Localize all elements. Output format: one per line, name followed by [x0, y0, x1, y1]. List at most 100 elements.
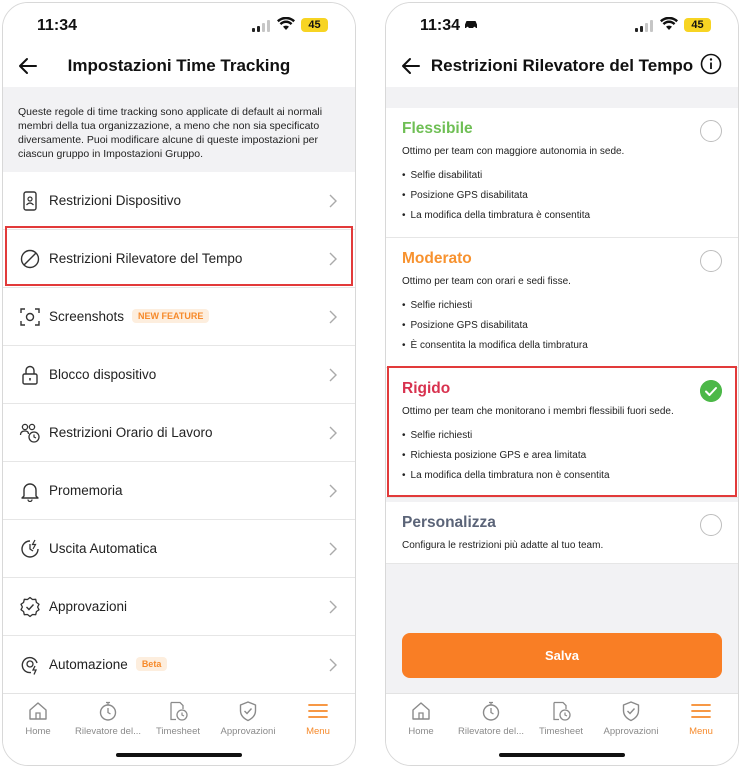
settings-item-approvals[interactable]: Approvazioni [3, 578, 355, 636]
option-bullet: La modifica della timbratura è consentit… [402, 210, 591, 221]
nav-header: Impostazioni Time Tracking [3, 47, 355, 87]
settings-item-label: Uscita Automatica [49, 541, 158, 556]
settings-item-time-tracker-restrictions[interactable]: Restrizioni Rilevatore del Tempo [3, 230, 355, 288]
home-icon [29, 702, 47, 720]
radio-button[interactable] [700, 120, 722, 142]
stopwatch-icon [99, 701, 117, 721]
settings-item-label: Restrizioni Orario di Lavoro [49, 425, 213, 440]
info-icon[interactable] [700, 53, 722, 75]
option-bullet: Posizione GPS disabilitata [402, 320, 528, 331]
tab-label: Home [25, 726, 51, 737]
tab-time-tracker[interactable]: Rilevatore del... [456, 700, 526, 737]
option-card-moderato[interactable]: Moderato Ottimo per team con orari e sed… [386, 238, 738, 368]
cellular-signal-icon [252, 20, 270, 32]
option-bullet: Selfie richiesti [402, 430, 473, 441]
tab-time-tracker[interactable]: Rilevatore del... [73, 700, 143, 737]
settings-item-work-hours-restrictions[interactable]: Restrizioni Orario di Lavoro [3, 404, 355, 462]
battery-icon: 45 [301, 18, 328, 32]
tab-label: Rilevatore del... [74, 726, 141, 737]
home-indicator [499, 753, 625, 757]
tab-timesheet[interactable]: Timesheet [526, 700, 596, 737]
settings-item-text: Automazione [49, 657, 128, 672]
tab-label: Home [408, 726, 434, 737]
tab-bar: Home Rilevatore del... Timesheet Approva… [3, 693, 355, 765]
tab-label: Timesheet [539, 726, 583, 737]
option-description: Ottimo per team con maggiore autonomia i… [402, 146, 625, 157]
chevron-right-icon [329, 600, 337, 614]
new-feature-badge: NEW FEATURE [132, 309, 210, 323]
option-bullet: La modifica della timbratura non è conse… [402, 470, 610, 481]
settings-content: Queste regole di time tracking sono appl… [3, 87, 355, 693]
approval-badge-icon [20, 596, 40, 618]
tab-home[interactable]: Home [386, 700, 456, 737]
option-title: Rigido [402, 380, 451, 397]
menu-icon [308, 704, 328, 718]
option-title: Flessibile [402, 120, 473, 137]
settings-item-label: Screenshots NEW FEATURE [49, 309, 210, 324]
chevron-right-icon [329, 426, 337, 440]
tab-approvals[interactable]: Approvazioni [213, 700, 283, 737]
option-description: Configura le restrizioni più adatte al t… [402, 540, 604, 551]
option-bullet: Selfie disabilitati [402, 170, 483, 181]
radio-button[interactable] [700, 250, 722, 272]
timesheet-icon [553, 701, 571, 721]
device-icon [23, 191, 37, 211]
settings-item-device-restrictions[interactable]: Restrizioni Dispositivo [3, 172, 355, 230]
car-icon [465, 21, 478, 29]
chevron-right-icon [329, 368, 337, 382]
settings-item-reminders[interactable]: Promemoria [3, 462, 355, 520]
settings-item-automation[interactable]: Automazione Beta [3, 636, 355, 693]
settings-item-text: Screenshots [49, 309, 125, 324]
lock-icon [22, 365, 38, 385]
tab-menu[interactable]: Menu [666, 700, 736, 737]
radio-button[interactable] [700, 514, 722, 536]
option-description: Ottimo per team che monitorano i membri … [402, 406, 674, 417]
battery-icon: 45 [684, 18, 711, 32]
page-title: Restrizioni Rilevatore del Tempo [430, 56, 694, 75]
status-time-text: 11:34 [420, 17, 461, 34]
option-bullet: Posizione GPS disabilitata [402, 190, 528, 201]
shield-check-icon [239, 701, 257, 722]
prohibited-icon [20, 249, 40, 269]
users-clock-icon [19, 423, 40, 443]
wifi-icon [660, 17, 678, 30]
chevron-right-icon [329, 542, 337, 556]
settings-item-auto-clock-out[interactable]: Uscita Automatica [3, 520, 355, 578]
home-icon [412, 702, 430, 720]
settings-item-label: Automazione Beta [49, 657, 168, 672]
page-title: Impostazioni Time Tracking [67, 56, 291, 75]
screenshot-icon [20, 308, 40, 326]
status-bar: 11:34 45 [386, 3, 738, 47]
beta-badge: Beta [135, 657, 168, 671]
settings-item-label: Restrizioni Dispositivo [49, 193, 182, 208]
tab-label: Rilevatore del... [457, 726, 524, 737]
option-title: Moderato [402, 250, 472, 267]
option-bullet: Richiesta posizione GPS e area limitata [402, 450, 587, 461]
tab-timesheet[interactable]: Timesheet [143, 700, 213, 737]
menu-icon [691, 704, 711, 718]
save-button[interactable]: Salva [402, 633, 722, 678]
tab-menu[interactable]: Menu [283, 700, 353, 737]
settings-item-label: Blocco dispositivo [49, 367, 157, 382]
option-bullet: È consentita la modifica della timbratur… [402, 340, 588, 351]
left-screen: 11:34 45 Impostazioni Time Tracking Ques… [2, 2, 356, 766]
status-bar: 11:34 45 [3, 3, 355, 47]
tab-label: Menu [689, 726, 713, 737]
chevron-right-icon [329, 484, 337, 498]
settings-item-label: Promemoria [49, 483, 123, 498]
tab-label: Timesheet [156, 726, 200, 737]
status-time: 11:34 [420, 17, 478, 35]
tab-home[interactable]: Home [3, 700, 73, 737]
option-card-rigido[interactable]: Rigido Ottimo per team che monitorano i … [386, 368, 738, 498]
home-indicator [116, 753, 242, 757]
settings-item-screenshots[interactable]: Screenshots NEW FEATURE [3, 288, 355, 346]
settings-item-device-lock[interactable]: Blocco dispositivo [3, 346, 355, 404]
nav-header: Restrizioni Rilevatore del Tempo [386, 47, 738, 87]
bell-icon [21, 483, 39, 502]
tab-approvals[interactable]: Approvazioni [596, 700, 666, 737]
status-time: 11:34 [37, 17, 78, 34]
check-circle-icon[interactable] [700, 380, 722, 402]
tab-label: Approvazioni [220, 726, 276, 737]
option-card-flessibile[interactable]: Flessibile Ottimo per team con maggiore … [386, 108, 738, 238]
option-card-personalizza[interactable]: Personalizza Configura le restrizioni pi… [386, 502, 738, 564]
